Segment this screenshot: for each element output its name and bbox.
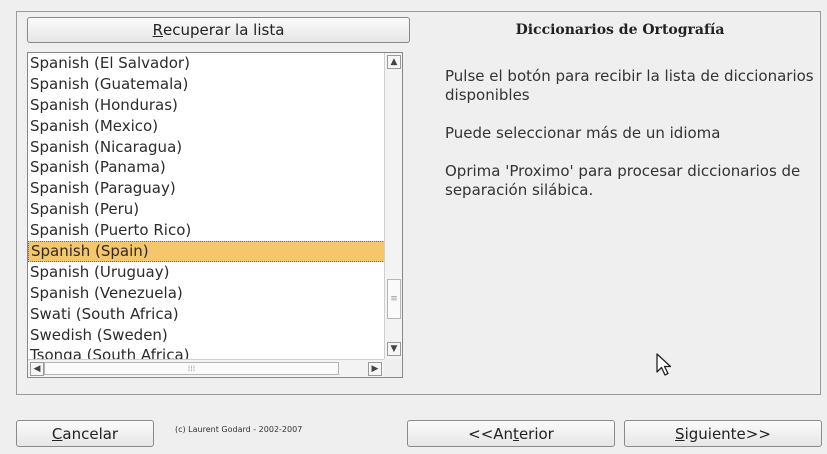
previous-before: <<An bbox=[468, 424, 514, 443]
list-item[interactable]: Spanish (Nicaragua) bbox=[28, 137, 385, 158]
cancel-after: ancelar bbox=[62, 424, 119, 443]
list-item[interactable]: Spanish (Uruguay) bbox=[28, 262, 385, 283]
scroll-up-icon[interactable]: ▲ bbox=[387, 55, 401, 69]
horizontal-scrollbar[interactable]: ◀ ⁞⁞⁞ ▶ bbox=[28, 359, 385, 377]
dictionary-list[interactable]: Spanish (El Salvador) Spanish (Guatemala)… bbox=[28, 53, 385, 359]
list-item[interactable]: Spanish (Paraguay) bbox=[28, 178, 385, 199]
list-item[interactable]: Spanish (Guatemala) bbox=[28, 74, 385, 95]
scrollbar-corner bbox=[384, 359, 402, 377]
list-item[interactable]: Swati (South Africa) bbox=[28, 304, 385, 325]
mouse-pointer-icon bbox=[656, 353, 672, 376]
list-item[interactable]: Spanish (Panama) bbox=[28, 157, 385, 178]
dictionary-listbox[interactable]: Spanish (El Salvador) Spanish (Guatemala)… bbox=[27, 52, 403, 378]
list-item-selected[interactable]: Spanish (Spain) bbox=[28, 241, 385, 262]
panel-title: Diccionarios de Ortografía bbox=[515, 22, 725, 38]
info-next-step: Oprima 'Proximo' para procesar diccionar… bbox=[445, 162, 801, 199]
list-item[interactable]: Spanish (Venezuela) bbox=[28, 283, 385, 304]
scroll-down-icon[interactable]: ▼ bbox=[387, 342, 401, 356]
recuperar-after: ecuperar la lista bbox=[163, 21, 285, 39]
recuperar-lista-button[interactable]: Recuperar la lista bbox=[27, 17, 410, 43]
list-item[interactable]: Spanish (Mexico) bbox=[28, 116, 385, 137]
cancel-accel: C bbox=[51, 424, 63, 443]
list-item[interactable]: Spanish (Honduras) bbox=[28, 95, 385, 116]
cancel-button[interactable]: Cancelar bbox=[16, 420, 154, 447]
list-item[interactable]: Spanish (El Salvador) bbox=[28, 53, 385, 74]
list-item[interactable]: Tsonga (South Africa) bbox=[28, 345, 385, 359]
list-item[interactable]: Swedish (Sweden) bbox=[28, 325, 385, 346]
vertical-scroll-thumb[interactable]: ≡ bbox=[387, 279, 401, 319]
dictionary-wizard-window: Recuperar la lista Spanish (El Salvador)… bbox=[0, 0, 827, 454]
info-multi-select: Puede seleccionar más de un idioma bbox=[445, 124, 721, 142]
horizontal-scroll-thumb[interactable]: ⁞⁞⁞ bbox=[44, 362, 339, 375]
next-button[interactable]: Siguiente>> bbox=[624, 420, 822, 447]
list-item[interactable]: Spanish (Peru) bbox=[28, 199, 385, 220]
next-after: iguiente>> bbox=[684, 424, 771, 443]
list-item[interactable]: Spanish (Puerto Rico) bbox=[28, 220, 385, 241]
copyright-text: (c) Laurent Godard - 2002-2007 bbox=[175, 425, 303, 434]
scroll-right-icon[interactable]: ▶ bbox=[368, 362, 382, 376]
scroll-left-icon[interactable]: ◀ bbox=[30, 362, 44, 376]
info-fetch-list: Pulse el botón para recibir la lista de … bbox=[445, 67, 814, 104]
recuperar-accel: R bbox=[152, 21, 164, 39]
previous-button[interactable]: <<An t erior bbox=[407, 420, 615, 447]
previous-after: erior bbox=[518, 424, 554, 443]
next-accel: S bbox=[675, 424, 685, 443]
vertical-scrollbar[interactable]: ▲ ≡ ▼ bbox=[384, 53, 402, 360]
